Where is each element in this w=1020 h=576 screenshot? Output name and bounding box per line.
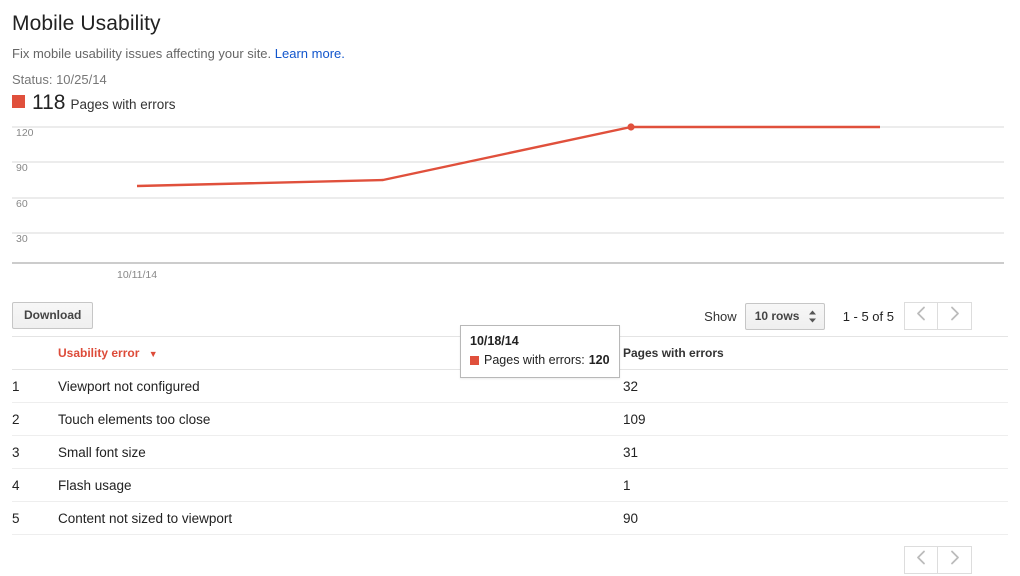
y-tick-90: 90 [16,162,28,174]
row-usability-error: Touch elements too close [58,402,623,436]
row-index: 1 [12,369,58,403]
learn-more-link[interactable]: Learn more. [275,46,345,61]
y-tick-30: 30 [16,233,28,245]
table-body: 1 Viewport not configured 32 2 Touch ele… [12,369,1008,535]
chart-highlight-point [627,123,635,131]
row-pages-with-errors: 109 [623,402,1008,436]
pagination-range: 1 - 5 of 5 [842,308,894,324]
download-button[interactable]: Download [12,302,94,329]
chevron-right-icon [949,550,960,570]
y-tick-120: 120 [16,127,34,139]
rows-per-page-select[interactable]: 10 rows [744,302,825,330]
show-label: Show [704,308,737,324]
row-usability-error: Flash usage [58,468,623,502]
row-pages-with-errors: 90 [623,501,1008,535]
row-pages-with-errors: 31 [623,435,1008,469]
row-usability-error: Small font size [58,435,623,469]
pagination-nav-top [904,302,972,330]
row-index: 3 [12,435,58,469]
row-pages-with-errors: 1 [623,468,1008,502]
tooltip-series-row: Pages with errors: 120 [470,352,610,369]
previous-page-button-top[interactable] [904,302,938,330]
page-header: Mobile Usability Fix mobile usability is… [0,0,1020,116]
chart-line-pages-with-errors [136,125,880,188]
table-row[interactable]: 5 Content not sized to viewport 90 [12,501,1008,535]
page-title: Mobile Usability [12,12,161,35]
pagination-nav-bottom [904,546,972,574]
summary-label: Pages with errors [70,97,176,112]
column-header-pages-with-errors-label: Pages with errors [623,346,724,360]
row-pages-with-errors: 32 [623,369,1008,403]
table-toolbar: Download Show 10 rows 1 - 5 of 5 [0,292,1020,336]
previous-page-button-bottom[interactable] [904,546,938,574]
summary-row: 118 Pages with errors [12,92,1020,116]
y-tick-60: 60 [16,198,28,210]
stepper-updown-icon [808,310,817,323]
rows-per-page-value: 10 rows [754,309,800,323]
tooltip-value: 120 [588,353,610,367]
next-page-button-bottom[interactable] [938,546,972,574]
page-subtitle: Fix mobile usability issues affecting yo… [12,46,1020,62]
column-header-usability-error-label: Usability error [58,346,140,360]
chevron-left-icon [916,550,927,570]
table-row[interactable]: 3 Small font size 31 [12,435,1008,469]
tooltip-swatch-icon [470,356,479,365]
status-text: Status: 10/25/14 [12,72,107,87]
column-header-pages-with-errors: Pages with errors [623,336,1008,370]
chevron-right-icon [949,306,960,326]
sort-descending-icon: ▼ [148,349,158,359]
chart-svg: 120 90 60 30 10/11/14 [12,123,1004,281]
row-index: 4 [12,468,58,502]
legend-swatch-icon [12,95,25,108]
pager-controls: Show 10 rows 1 - 5 of 5 [704,302,972,330]
summary-count: 118 [32,91,66,114]
page-subtitle-text: Fix mobile usability issues affecting yo… [12,46,272,61]
chevron-left-icon [916,306,927,326]
row-index: 2 [12,402,58,436]
row-usability-error: Content not sized to viewport [58,501,623,535]
chart-gridlines [12,126,1004,234]
table-row[interactable]: 4 Flash usage 1 [12,468,1008,502]
column-header-index [12,336,58,370]
row-index: 5 [12,501,58,535]
tooltip-series-label: Pages with errors: [484,353,585,367]
mobile-usability-chart: 120 90 60 30 10/11/14 10/18/14 Pages wit… [0,122,1020,378]
next-page-button-top[interactable] [938,302,972,330]
x-tick-label: 10/11/14 [117,269,157,281]
table-row[interactable]: 2 Touch elements too close 109 [12,402,1008,436]
